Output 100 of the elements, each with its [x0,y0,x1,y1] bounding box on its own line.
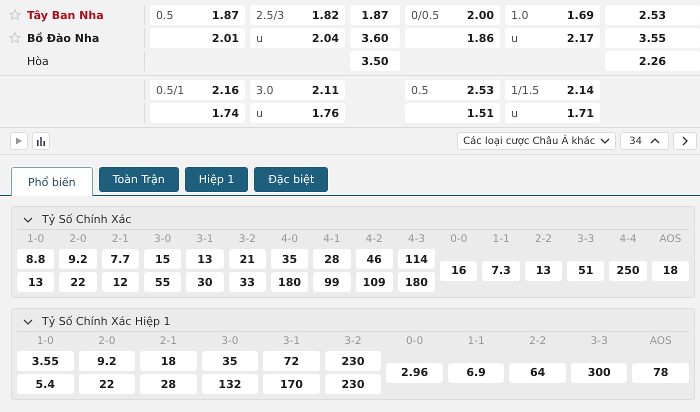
score-label: 1-0 [36,335,55,348]
odds-cell[interactable]: 9.2 [59,249,97,269]
chevron-icon[interactable] [23,216,33,222]
tab[interactable]: Toàn Trận [98,167,179,192]
odds-cell[interactable]: u 2.17 [505,28,600,48]
score-label: 0-0 [449,233,468,246]
chart-button[interactable] [32,132,50,150]
odds-cell[interactable]: 7.3 [482,260,520,280]
team-name: Tây Ban Nha [27,8,104,22]
odds-cell[interactable]: 21 [228,249,266,269]
star-icon[interactable] [9,32,21,44]
next-button[interactable] [673,132,697,150]
score-label: 3-1 [282,335,302,348]
odds-cell[interactable]: 3.60 [350,28,400,48]
odds-cell[interactable]: 1.86 [405,28,500,48]
odds-cell[interactable]: 8.8 [17,249,54,269]
chevron-up-icon [650,138,660,144]
odds-cell[interactable]: 33 [228,272,266,292]
score-label: 3-1 [195,233,214,246]
play-icon [15,137,23,145]
score-label: AOS [658,233,682,246]
score-label: 2-1 [110,233,130,246]
odds-cell[interactable]: 7.7 [102,249,139,269]
team-name: Bồ Đào Nha [27,32,100,44]
odds-cell[interactable]: 72 [263,351,320,371]
odds-cell[interactable]: 170 [263,374,320,394]
odds-cell[interactable]: 28 [140,374,197,394]
chevron-icon[interactable] [23,318,33,324]
odds-cell[interactable]: 300 [570,362,628,382]
odds-cell[interactable]: 230 [324,351,382,371]
odds-cell[interactable]: 64 [509,362,566,382]
odds-cell[interactable]: u 2.04 [250,28,345,48]
odds-cell[interactable]: 22 [78,374,136,394]
odds-cell[interactable]: 99 [313,272,350,292]
odds-cell[interactable]: 30 [186,272,224,292]
odds-cell[interactable]: 2.01 [150,28,245,48]
score-label: 2-1 [158,335,178,348]
odds-cell[interactable]: 18 [652,260,689,280]
odds-cell[interactable]: 51 [567,260,604,280]
score-label: 1-1 [466,335,486,348]
odds-cell[interactable]: 230 [324,374,382,394]
odds-cell[interactable]: 2.26 [605,51,700,71]
odds-cell[interactable]: 18 [140,351,197,371]
odds-cell[interactable]: u 1.71 [505,103,600,123]
bar-chart-icon [36,136,46,146]
odds-cell[interactable]: 13 [186,249,224,269]
odds-cell[interactable]: 55 [144,272,182,292]
chevron-down-icon [600,138,610,144]
odds-cell[interactable]: 0.5 2.53 [405,80,500,100]
odds-cell[interactable]: 1/1.5 2.14 [505,80,600,100]
score-label: 2-2 [534,233,553,246]
market-title: Tỷ Số Chính Xác Hiệp 1 [42,315,170,328]
odds-cell[interactable]: 9.2 [78,351,136,371]
odds-cell[interactable]: 1.74 [150,103,245,123]
score-label: 4-2 [364,233,384,246]
odds-cell[interactable]: 35 [202,351,258,371]
score-label: 4-4 [618,233,638,246]
score-label: 4-3 [406,233,426,246]
odds-cell[interactable]: 1.0 1.69 [505,5,600,25]
odds-cell[interactable]: 1.87 [350,5,400,25]
count-dropdown[interactable]: 34 [620,132,669,150]
odds-cell[interactable]: 2.5/3 1.82 [250,5,345,25]
odds-cell[interactable]: 3.55 [17,351,74,371]
odds-cell[interactable]: 3.50 [350,51,400,71]
odds-cell[interactable]: 132 [202,374,258,394]
odds-cell[interactable]: 5.4 [17,374,74,394]
odds-cell[interactable]: 28 [313,249,350,269]
score-label: 0-0 [404,335,424,348]
tab[interactable]: Hiệp 1 [184,167,248,192]
tab[interactable]: Phổ biến [11,167,93,196]
tab[interactable]: Đặc biệt [254,167,328,192]
odds-cell[interactable]: 0/0.5 2.00 [405,5,500,25]
market-dropdown[interactable]: Các loại cược Châu Á khác [457,132,616,150]
star-icon[interactable] [9,9,21,21]
odds-cell[interactable]: 0.5 1.87 [150,5,245,25]
market-title: Tỷ Số Chính Xác [42,213,132,226]
odds-cell[interactable]: 6.9 [448,362,504,382]
odds-cell[interactable]: u 1.76 [250,103,345,123]
odds-cell[interactable]: 180 [270,272,308,292]
odds-cell[interactable]: 109 [356,272,393,292]
odds-cell[interactable]: 78 [632,362,690,382]
odds-cell[interactable]: 16 [440,260,478,280]
odds-cell[interactable]: 0.5/1 2.16 [150,80,245,100]
odds-cell[interactable]: 3.55 [605,28,700,48]
odds-cell[interactable]: 22 [59,272,97,292]
odds-cell[interactable]: 250 [609,260,647,280]
odds-cell[interactable]: 2.96 [386,362,443,382]
score-label: 2-2 [528,335,548,348]
odds-cell[interactable]: 13 [17,272,54,292]
odds-cell[interactable]: 180 [398,272,436,292]
odds-cell[interactable]: 46 [356,249,393,269]
odds-cell[interactable]: 2.53 [605,5,700,25]
odds-cell[interactable]: 35 [270,249,308,269]
odds-cell[interactable]: 114 [398,249,436,269]
score-label: 3-2 [343,335,363,348]
odds-cell[interactable]: 1.51 [405,103,500,123]
odds-cell[interactable]: 15 [144,249,182,269]
odds-cell[interactable]: 3.0 2.11 [250,80,345,100]
odds-cell[interactable]: 13 [524,260,562,280]
odds-cell[interactable]: 12 [102,272,139,292]
